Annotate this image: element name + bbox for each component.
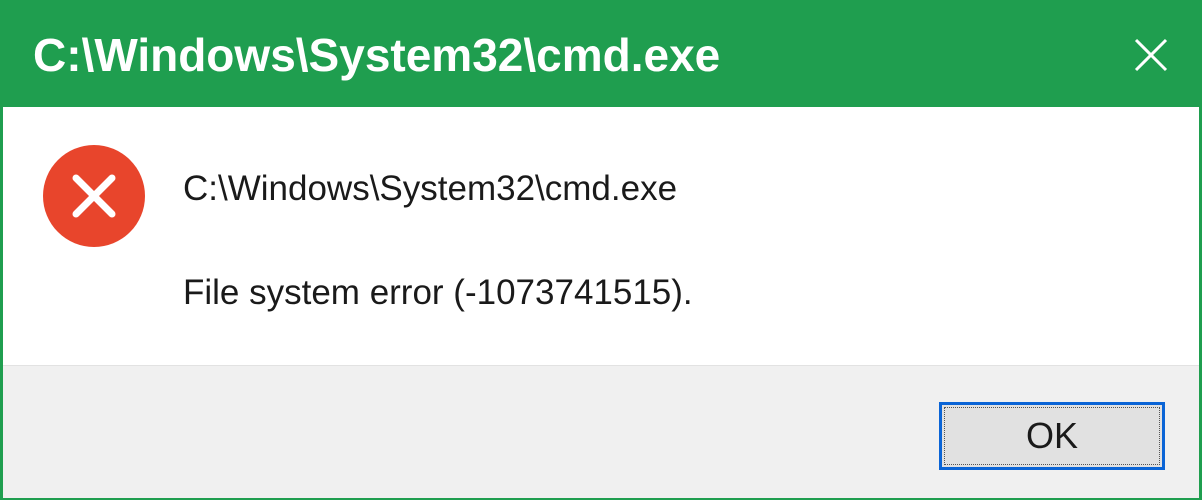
- error-dialog: C:\Windows\System32\cmd.exe C:\Windows\S…: [0, 0, 1202, 500]
- dialog-content: C:\Windows\System32\cmd.exe File system …: [3, 107, 1199, 365]
- window-title: C:\Windows\System32\cmd.exe: [33, 29, 721, 81]
- file-path-text: C:\Windows\System32\cmd.exe: [183, 169, 678, 208]
- ok-button[interactable]: OK: [939, 402, 1165, 470]
- error-message: File system error (-1073741515).: [183, 273, 693, 312]
- error-icon: [43, 145, 145, 247]
- close-button[interactable]: [1121, 25, 1181, 85]
- close-icon: [1134, 38, 1168, 72]
- title-bar[interactable]: C:\Windows\System32\cmd.exe: [3, 3, 1199, 107]
- button-bar: OK: [3, 365, 1199, 498]
